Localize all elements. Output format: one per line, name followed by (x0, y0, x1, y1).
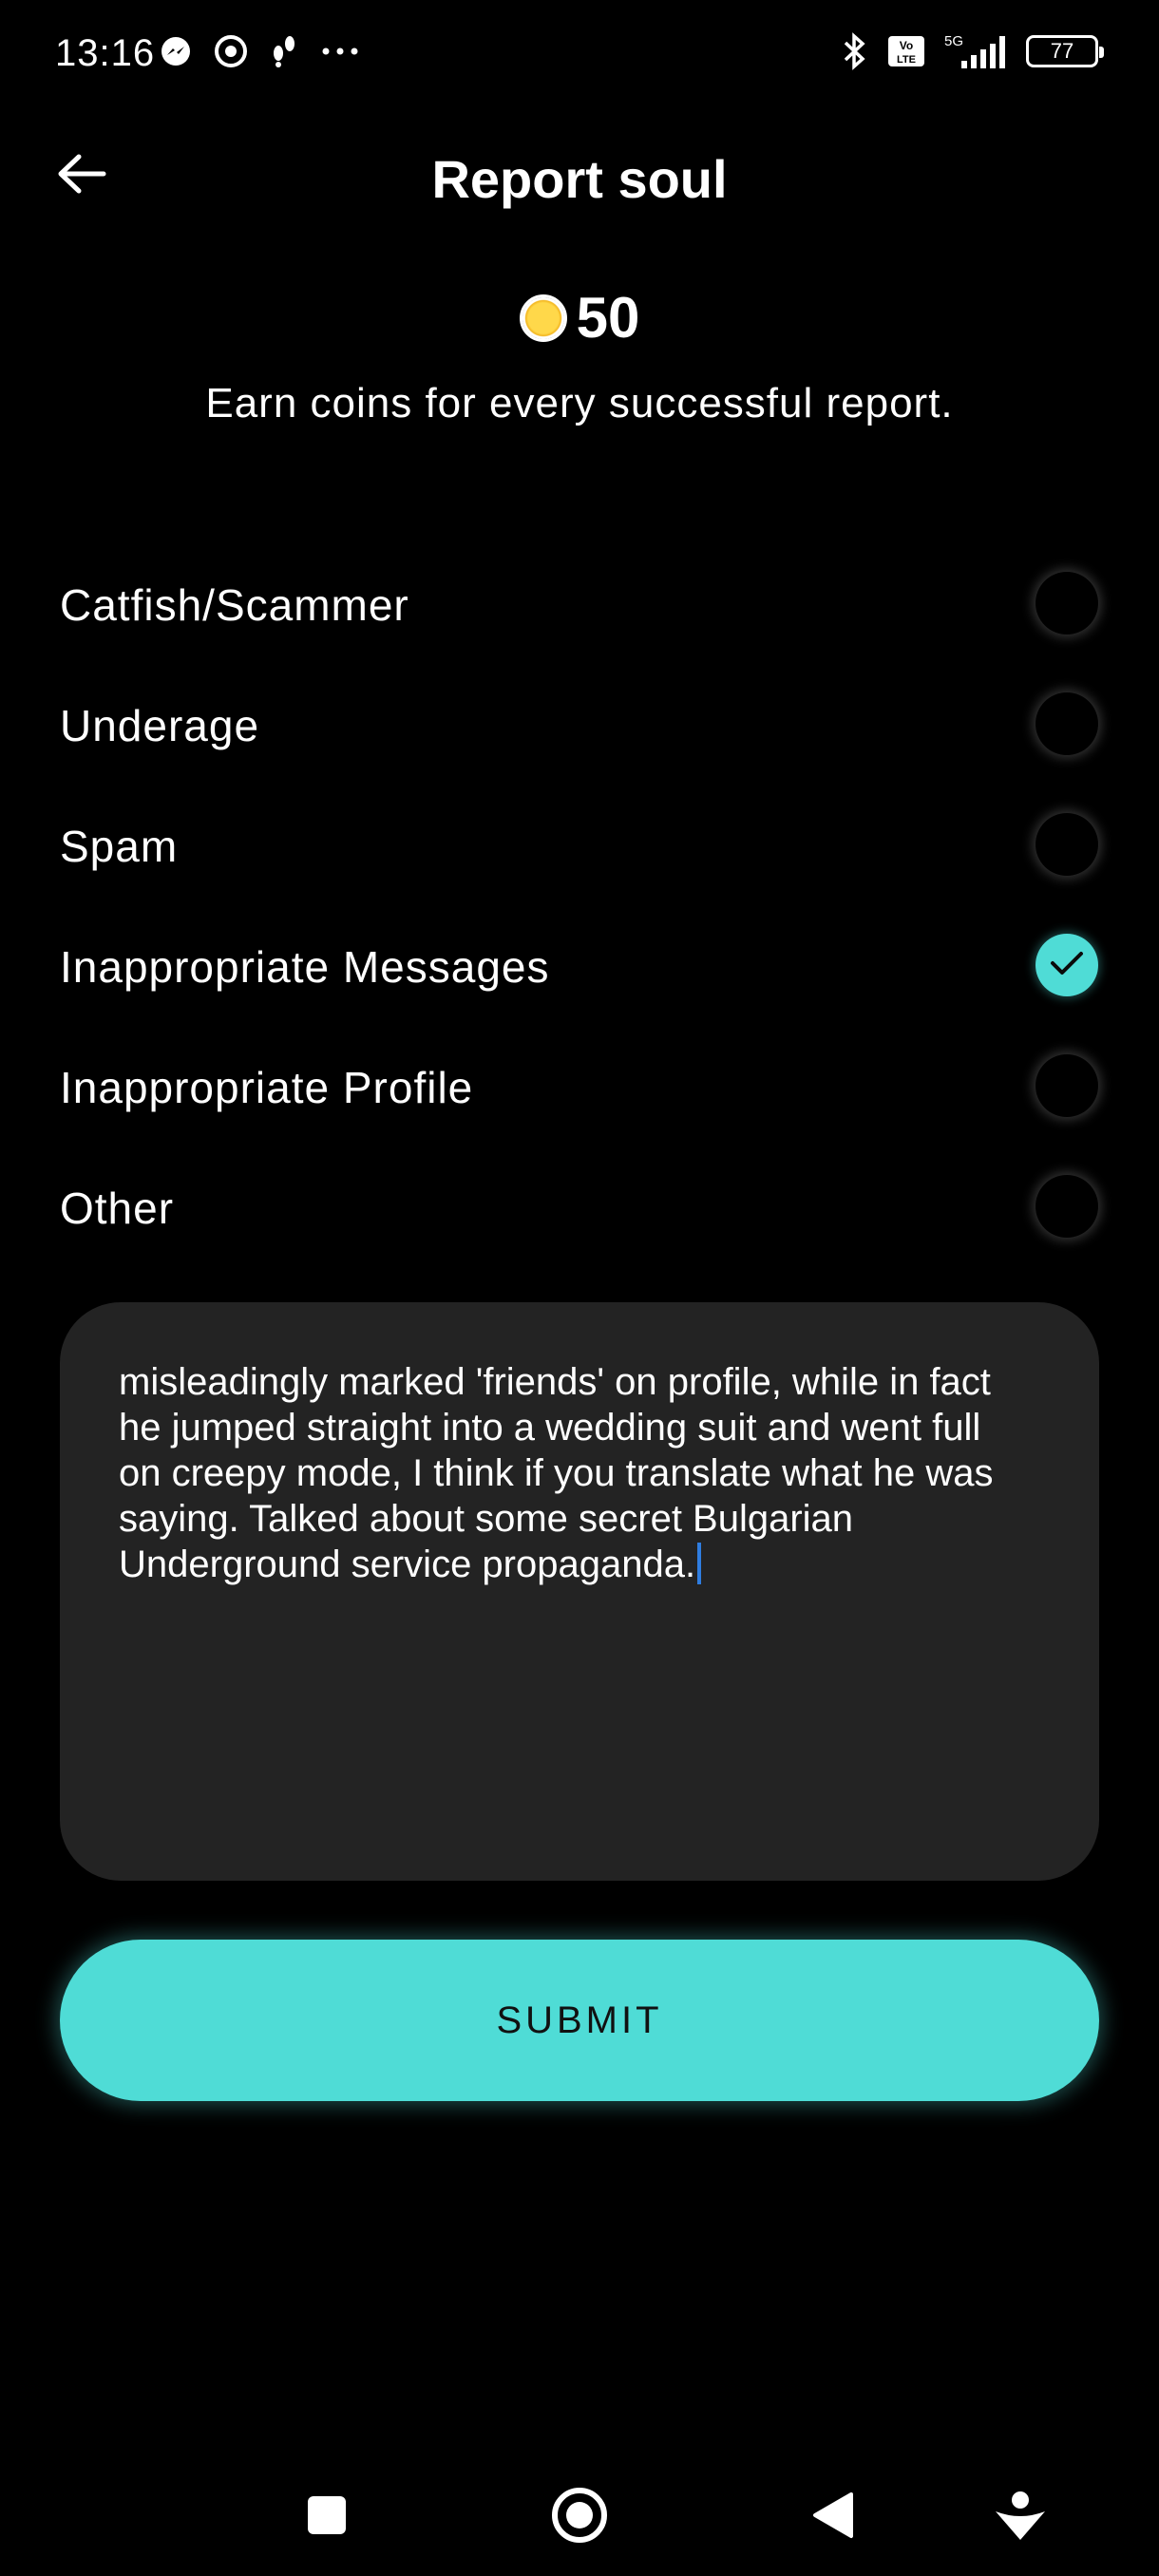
volte-icon: Vo LTE (887, 35, 925, 67)
assistant-icon (992, 2487, 1049, 2548)
system-nav-bar (0, 2451, 1159, 2565)
submit-label: SUBMIT (496, 1998, 663, 2041)
radio-button[interactable] (1036, 1175, 1098, 1238)
reward-description: Earn coins for every successful report. (205, 380, 954, 426)
svg-text:LTE: LTE (897, 54, 916, 66)
more-dots-icon (321, 47, 359, 56)
home-circle-icon (549, 2485, 610, 2550)
back-triangle-icon (809, 2491, 855, 2545)
home-button[interactable] (542, 2479, 618, 2555)
status-bar: 13:16 Vo LTE 5G 77 (0, 0, 1159, 104)
coin-reward: 50 (0, 285, 1159, 350)
radio-button[interactable] (1036, 813, 1098, 876)
recents-button[interactable] (289, 2479, 365, 2555)
battery-indicator: 77 (1026, 35, 1104, 67)
checkmark-icon (1048, 948, 1086, 983)
reason-option-spam[interactable]: Spam (0, 792, 1159, 897)
report-text-value: misleadingly marked 'friends' on profile… (119, 1361, 994, 1585)
reason-option-catfish-scammer[interactable]: Catfish/Scammer (0, 551, 1159, 655)
messenger-icon (160, 35, 192, 67)
radio-button-checked[interactable] (1036, 934, 1098, 996)
radio-button[interactable] (1036, 572, 1098, 635)
report-text-content: misleadingly marked 'friends' on profile… (119, 1359, 1031, 1587)
reason-option-inappropriate-messages[interactable]: Inappropriate Messages (0, 913, 1159, 1017)
reason-option-underage[interactable]: Underage (0, 672, 1159, 776)
reason-label: Underage (60, 701, 260, 750)
text-caret (697, 1543, 702, 1584)
reason-option-inappropriate-profile[interactable]: Inappropriate Profile (0, 1033, 1159, 1138)
reason-label: Inappropriate Messages (60, 942, 550, 992)
status-left-icons (160, 34, 359, 68)
bluetooth-icon (840, 32, 870, 70)
nav-back-button[interactable] (794, 2479, 870, 2555)
chrome-icon (215, 35, 247, 67)
reason-label: Catfish/Scammer (60, 580, 409, 630)
assistant-button[interactable] (982, 2479, 1058, 2555)
submit-button[interactable]: SUBMIT (60, 1940, 1099, 2101)
svg-text:Vo: Vo (900, 39, 913, 52)
status-right-icons: Vo LTE 5G 77 (840, 32, 1104, 70)
svg-text:5G: 5G (944, 33, 963, 49)
coin-count: 50 (576, 286, 640, 350)
page-title: Report soul (431, 149, 728, 209)
signal-5g-icon: 5G (942, 32, 1009, 70)
radio-button[interactable] (1036, 692, 1098, 755)
radio-button[interactable] (1036, 1054, 1098, 1117)
footprints-icon (270, 34, 298, 68)
reason-label: Spam (60, 822, 179, 871)
square-icon (306, 2494, 348, 2541)
coin-icon (519, 294, 567, 342)
reason-label: Inappropriate Profile (60, 1063, 474, 1112)
report-text-field[interactable]: misleadingly marked 'friends' on profile… (60, 1302, 1099, 1881)
reason-label: Other (60, 1184, 175, 1233)
status-time: 13:16 (55, 32, 156, 74)
reason-option-other[interactable]: Other (0, 1154, 1159, 1259)
